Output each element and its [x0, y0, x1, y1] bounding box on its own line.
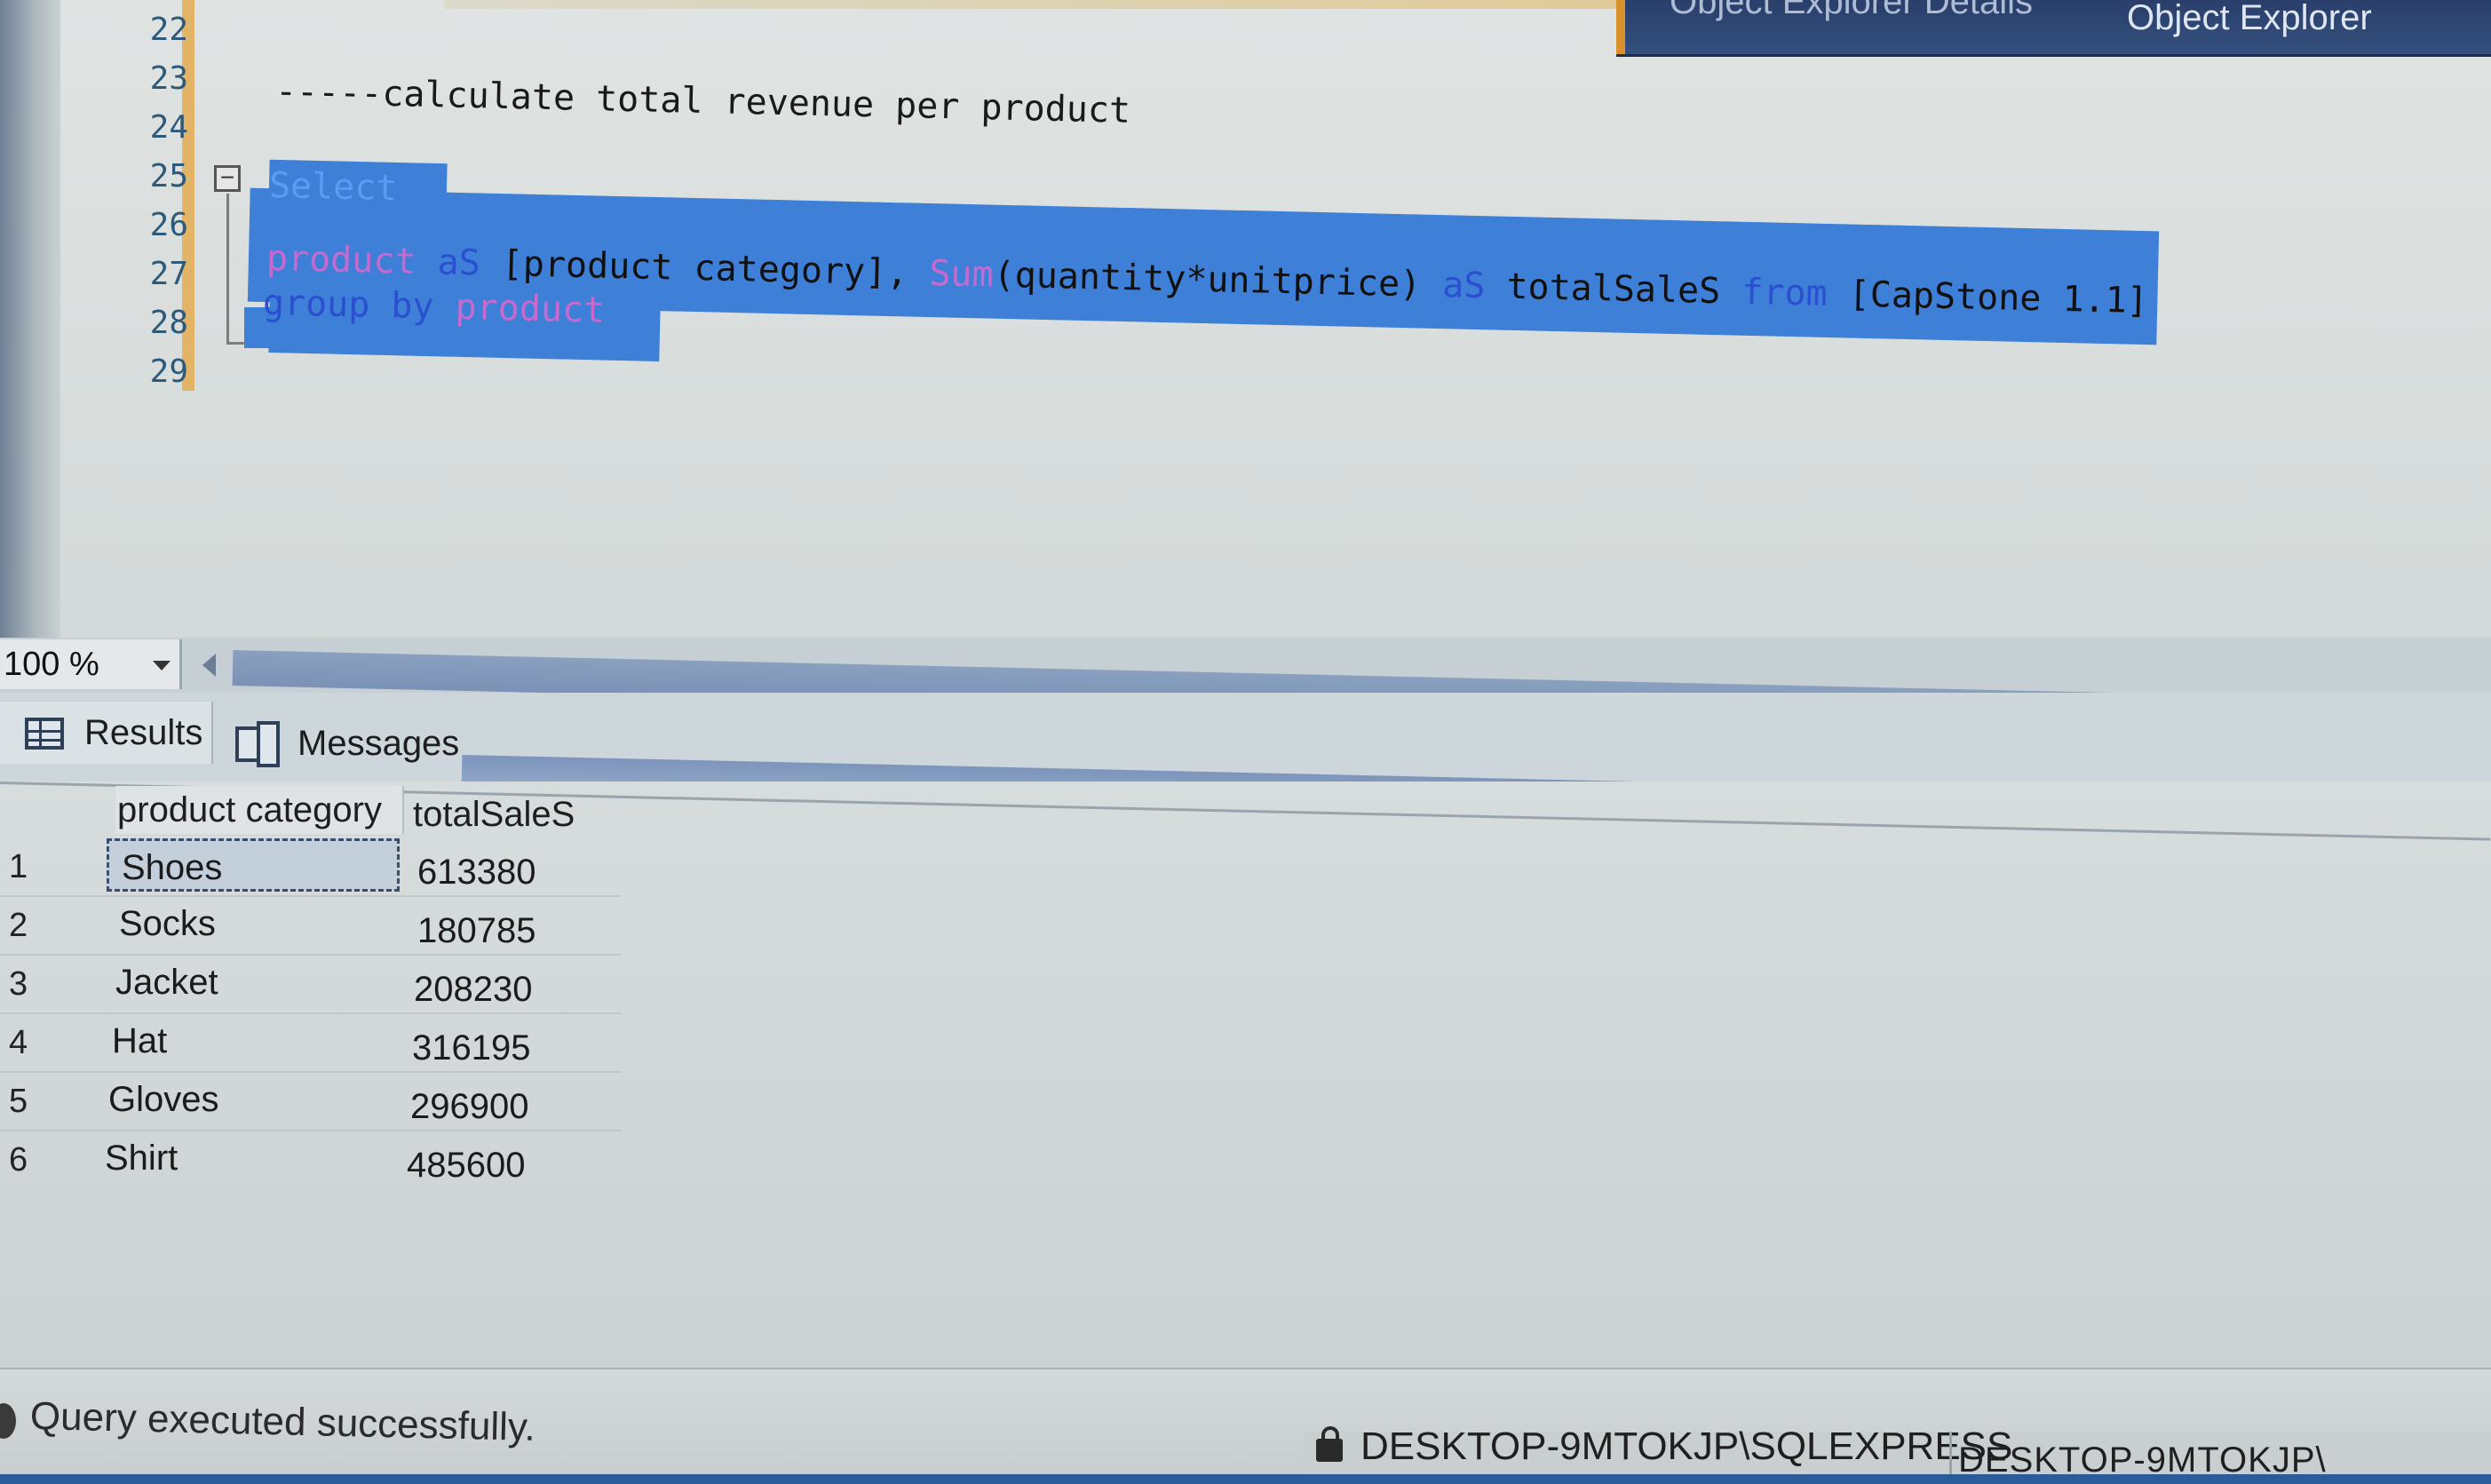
- sql-keyword: aS: [1441, 265, 1486, 307]
- line-number: 24: [149, 109, 188, 146]
- row-number: 1: [9, 848, 28, 885]
- cell-total[interactable]: 613380: [417, 845, 535, 899]
- tab-accent: [1616, 0, 1625, 54]
- cell-category[interactable]: Socks: [107, 897, 400, 950]
- row-number: 3: [9, 965, 28, 1003]
- column-header-product-category[interactable]: product category: [115, 786, 404, 834]
- sql-keyword: group by: [262, 282, 435, 328]
- row-number: 2: [9, 907, 28, 944]
- zoom-dropdown[interactable]: 100 %: [0, 639, 182, 689]
- row-number: 5: [9, 1083, 28, 1120]
- object-explorer-tabstrip: Object Explorer Details Object Explorer: [1616, 0, 2491, 57]
- sql-column: product: [266, 238, 417, 282]
- cell-category[interactable]: Shirt: [92, 1131, 385, 1185]
- status-bottom-strip: [0, 1474, 2491, 1484]
- sql-keyword: aS: [437, 242, 481, 284]
- sql-function: Sum: [928, 252, 995, 296]
- cell-total[interactable]: 485600: [407, 1139, 525, 1192]
- lock-icon: [1316, 1426, 1343, 1462]
- zoom-scroll-row: 100 %: [0, 638, 2491, 737]
- cell-total[interactable]: 180785: [417, 904, 535, 957]
- chevron-down-icon: [153, 661, 171, 671]
- row-number: 4: [9, 1024, 28, 1061]
- cell-total[interactable]: 316195: [412, 1021, 530, 1075]
- server-name: DESKTOP-9MTOKJP\SQLEXPRESS: [1361, 1424, 2013, 1468]
- line-number: 29: [149, 353, 188, 390]
- status-message: Query executed successfully.: [29, 1394, 536, 1449]
- sql-alias: totalSaleS: [1505, 266, 1721, 313]
- cell-category[interactable]: Shoes: [107, 838, 400, 892]
- line-number: 22: [149, 12, 188, 48]
- tab-results[interactable]: Results: [0, 702, 213, 764]
- row-number: 6: [9, 1141, 28, 1178]
- sql-table: [CapStone 1.1]: [1848, 274, 2149, 322]
- cell-total[interactable]: 208230: [414, 963, 532, 1016]
- table-row[interactable]: 2 Socks 180785: [0, 897, 622, 954]
- messages-icon: [235, 721, 280, 767]
- fold-guide: [226, 194, 229, 345]
- line-numbers: 22 23 24 25 26 27 28 29: [124, 5, 195, 396]
- results-grid[interactable]: product category totalSaleS 1 Shoes 6133…: [0, 782, 2491, 1368]
- zoom-value: 100 %: [4, 646, 99, 683]
- tab-object-explorer-details[interactable]: Object Explorer Details: [1670, 0, 2033, 37]
- cell-category[interactable]: Jacket: [103, 956, 396, 1009]
- tab-object-explorer[interactable]: Object Explorer: [2127, 0, 2372, 53]
- cell-category[interactable]: Gloves: [96, 1073, 389, 1126]
- line-number: 27: [149, 256, 188, 292]
- tab-strip-accent: [444, 0, 1616, 9]
- tab-messages-label: Messages: [297, 724, 460, 763]
- status-bar: Query executed successfully. DESKTOP-9MT…: [0, 1368, 2491, 1484]
- sql-group-by: group by product: [262, 282, 605, 331]
- cell-category[interactable]: Hat: [99, 1014, 393, 1067]
- line-number: 25: [149, 158, 188, 194]
- collapse-toggle-icon[interactable]: −: [214, 165, 241, 192]
- query-editor[interactable]: 22 23 24 25 26 27 28 29 − -----calculate…: [0, 0, 2491, 638]
- sql-keyword: from: [1741, 271, 1829, 314]
- table-row[interactable]: 3 Jacket 208230: [0, 956, 622, 1012]
- table-row[interactable]: 4 Hat 316195: [0, 1014, 622, 1071]
- cell-total[interactable]: 296900: [410, 1080, 528, 1133]
- sql-comment: -----calculate total revenue per product: [274, 71, 1131, 131]
- line-number: 28: [149, 305, 188, 341]
- tab-results-label: Results: [84, 713, 203, 752]
- scroll-left-icon[interactable]: [202, 654, 216, 677]
- tab-messages[interactable]: Messages: [226, 712, 460, 774]
- success-icon: [0, 1403, 16, 1439]
- table-row[interactable]: 1 Shoes 613380: [0, 838, 622, 895]
- line-number: 23: [149, 60, 188, 97]
- table-row[interactable]: 6 Shirt 485600: [0, 1131, 622, 1188]
- fold-guide-end: [226, 342, 244, 345]
- table-row[interactable]: 5 Gloves 296900: [0, 1073, 622, 1130]
- results-tabs: Results Messages: [0, 693, 2491, 833]
- sql-select-keyword: Select: [268, 165, 398, 210]
- line-number: 26: [149, 207, 188, 243]
- grid-icon: [25, 718, 64, 750]
- sql-column: product: [455, 286, 606, 331]
- column-header-total-sales[interactable]: totalSaleS: [413, 790, 591, 838]
- left-edge-shadow: [0, 0, 60, 638]
